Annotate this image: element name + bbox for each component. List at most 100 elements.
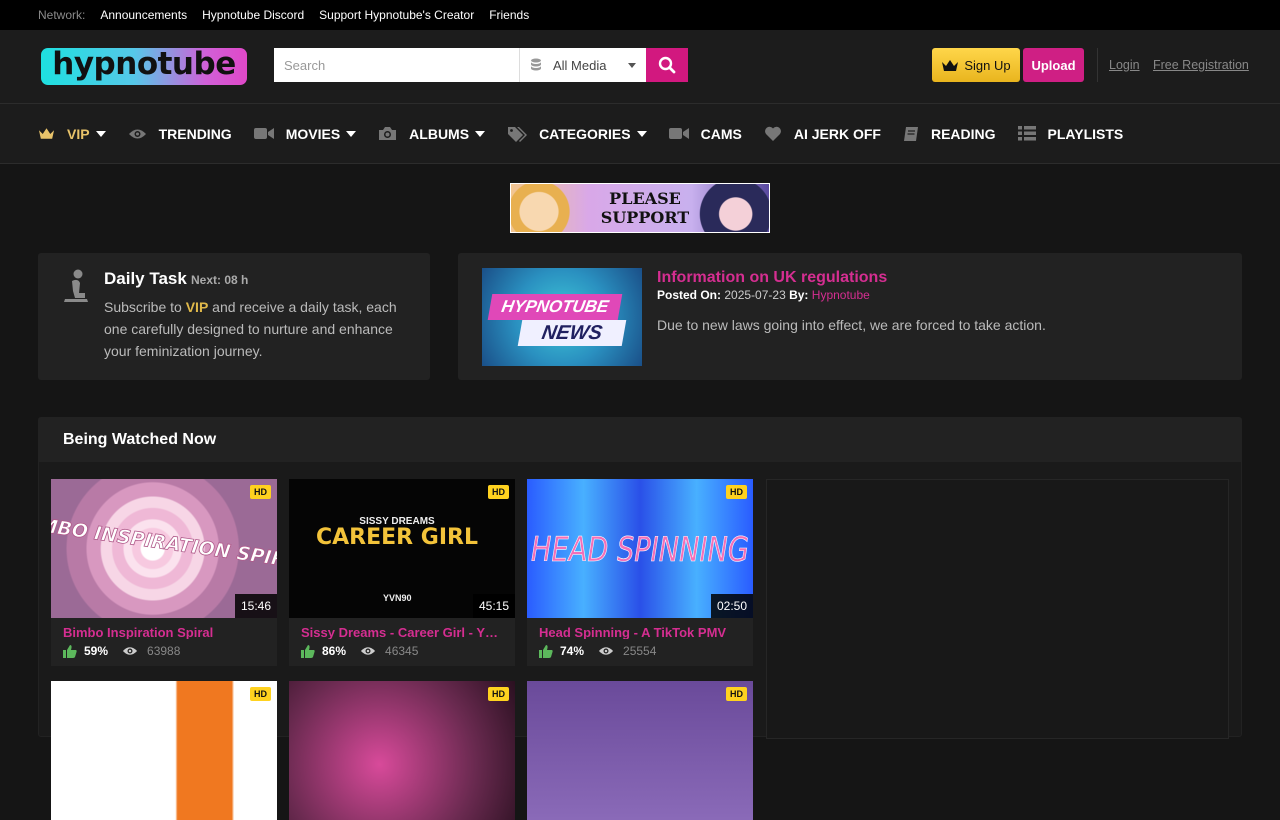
media-filter-value: All Media [553,57,607,73]
banner-character-right [695,184,769,232]
video-title[interactable]: Bimbo Inspiration Spiral [51,618,277,639]
camera-icon [379,127,397,140]
video-card[interactable]: SISSY DREAMS CAREER GIRL YVN90 HD 45:15 … [289,479,515,666]
nav-item-vip[interactable]: VIP [38,126,106,142]
daily-task-next: Next: 08 h [191,273,249,287]
nav-item-movies[interactable]: MOVIES [253,125,357,142]
video-card[interactable]: HEAD SPINNING HD 02:50 Head Spinning - A… [527,479,753,666]
book-icon [903,126,918,141]
support-banner[interactable]: PLEASE SUPPORT [510,183,770,233]
video-thumbnail[interactable]: HD [289,681,515,820]
tags-icon [508,126,528,142]
video-card[interactable]: HD [527,681,753,820]
video-card[interactable]: BIMBO INSPIRATION SPIRAL HD 15:46 Bimbo … [51,479,277,666]
search-bar: All Media [274,48,688,82]
search-input[interactable] [274,48,519,82]
nav-item-playlists[interactable]: PLAYLISTS [1017,125,1124,142]
network-link-friends[interactable]: Friends [489,8,529,22]
news-card: HYPNOTUBE NEWS Information on UK regulat… [458,253,1242,380]
eye-icon [360,647,376,655]
nav-item-albums[interactable]: ALBUMS [378,125,486,142]
hd-badge: HD [488,687,509,701]
hd-badge: HD [250,485,271,499]
banner-line-1: PLEASE [609,189,681,208]
nav-label-trending: TRENDING [158,125,232,142]
daily-task-card: Daily Task Next: 08 h Subscribe to VIP a… [38,253,430,380]
signup-button[interactable]: Sign Up [932,48,1020,82]
video-views: 46345 [385,644,419,658]
video-duration: 02:50 [710,594,753,618]
being-watched-section: Being Watched Now BIMBO INSPIRATION SPIR… [38,417,1242,820]
thumb-title-text: BIMBO INSPIRATION SPIRAL [51,511,277,574]
video-card[interactable]: HD [289,681,515,820]
free-registration-link[interactable]: Free Registration [1153,58,1249,72]
video-duration: 45:15 [472,594,515,618]
video-thumbnail[interactable]: BIMBO INSPIRATION SPIRAL HD 15:46 [51,479,277,618]
banner-character-left [511,184,581,232]
ad-slot [766,479,1229,739]
daily-task-title: Daily Task [104,269,187,288]
section-heading: Being Watched Now [39,418,1241,462]
hd-badge: HD [250,687,271,701]
nav-item-categories[interactable]: CATEGORIES [507,126,647,142]
header-divider [1097,48,1098,82]
banner-line-2: SUPPORT [600,208,690,227]
nav-label-albums: ALBUMS [409,125,470,142]
video-card[interactable]: HD [51,681,277,820]
video-rating: 74% [560,644,585,658]
network-link-support-creator[interactable]: Support Hypnotube's Creator [319,8,474,22]
network-link-announcements[interactable]: Announcements [100,8,187,22]
video-thumbnail[interactable]: SISSY DREAMS CAREER GIRL YVN90 HD 45:15 [289,479,515,618]
search-icon [658,56,676,74]
nav-label-cams: CAMS [700,125,742,142]
desc-before: Subscribe to [104,299,186,315]
thumbs-up-icon [539,644,553,658]
eye-icon [128,129,146,138]
news-text: Due to new laws going into effect, we ar… [657,317,1046,333]
daily-task-description: Subscribe to VIP and receive a daily tas… [104,296,414,362]
search-button[interactable] [646,48,688,82]
news-thumb-line-2: NEWS [517,320,627,346]
nav-item-ai-jerk-off[interactable]: AI JERK OFF [764,126,881,142]
video-title[interactable]: Sissy Dreams - Career Girl - YVN... [289,618,515,639]
video-thumbnail[interactable]: HEAD SPINNING HD 02:50 [527,479,753,618]
video-thumbnail[interactable]: HD [51,681,277,820]
chevron-down-icon [636,130,647,137]
video-rating: 86% [322,644,347,658]
crown-icon [38,128,55,139]
news-thumb-line-1: HYPNOTUBE [487,294,623,320]
video-thumbnail[interactable]: HD [527,681,753,820]
video-title[interactable]: Head Spinning - A TikTok PMV [527,618,753,639]
network-link-discord[interactable]: Hypnotube Discord [202,8,304,22]
chevron-down-icon [628,63,636,68]
nav-label-vip: VIP [67,125,90,142]
nav-label-ai-jerk-off: AI JERK OFF [793,125,881,142]
news-thumbnail[interactable]: HYPNOTUBE NEWS [482,268,642,366]
video-views: 25554 [623,644,657,658]
nav-item-trending[interactable]: TRENDING [128,126,232,142]
eye-icon [122,647,138,655]
site-logo[interactable]: hypnotube [41,46,247,85]
signup-label: Sign Up [964,57,1011,73]
video-duration: 15:46 [234,594,277,618]
main-nav: VIP TRENDING MOVIES ALBUMS CATEGORIES CA… [0,104,1280,164]
eye-icon [598,647,614,655]
nav-item-reading[interactable]: READING [903,126,996,142]
heart-icon [764,126,781,141]
logo-text: hypnotube [52,46,236,82]
nav-item-cams[interactable]: CAMS [668,125,742,142]
vip-link[interactable]: VIP [186,299,209,315]
news-title[interactable]: Information on UK regulations [657,269,887,287]
media-filter-select[interactable]: All Media [519,48,646,82]
upload-button[interactable]: Upload [1023,48,1084,82]
chevron-down-icon [95,130,106,137]
nav-label-reading: READING [930,125,996,142]
database-icon [531,58,541,71]
news-author[interactable]: Hypnotube [812,288,870,302]
video-camera-icon [668,128,689,139]
nav-label-movies: MOVIES [285,125,341,142]
list-icon [1017,126,1036,141]
nav-label-playlists: PLAYLISTS [1047,125,1124,142]
login-link[interactable]: Login [1109,58,1140,72]
video-stats: 59% 63988 [51,639,277,666]
